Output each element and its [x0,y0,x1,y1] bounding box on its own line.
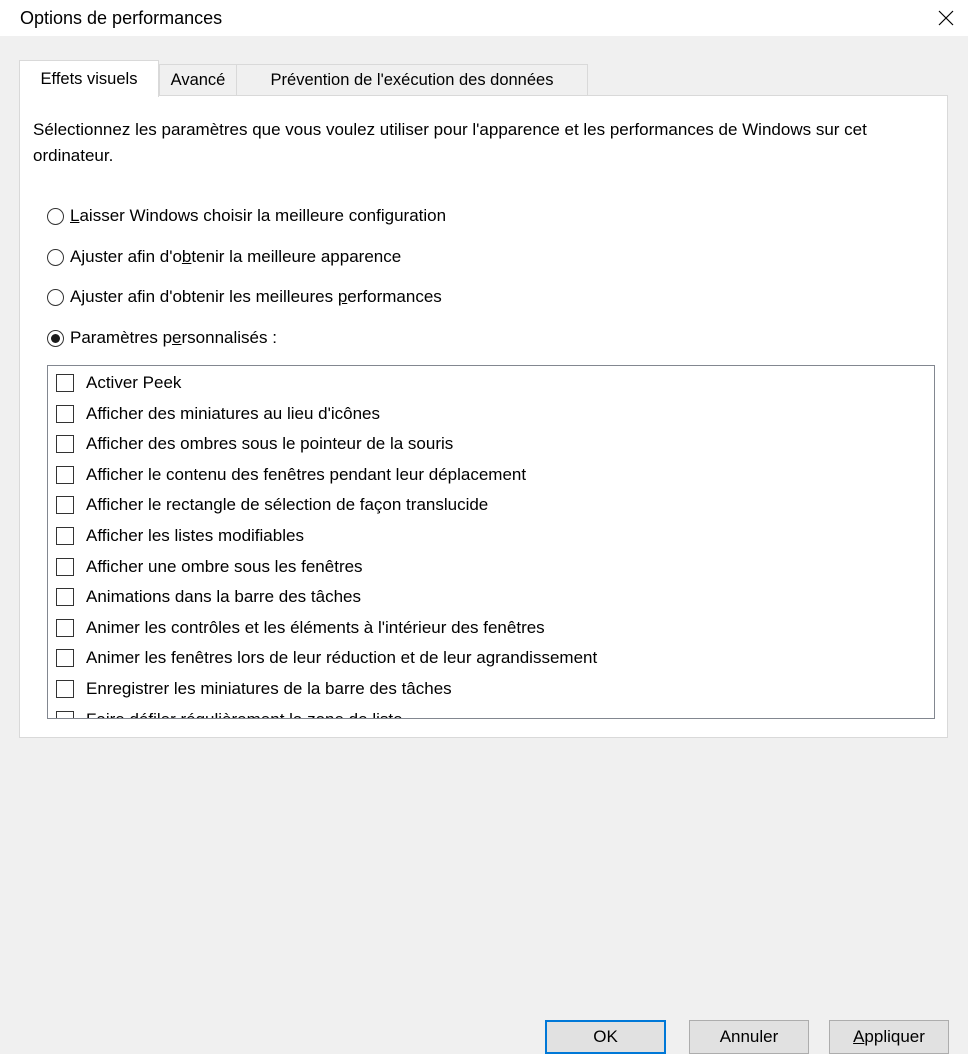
list-item[interactable]: Afficher le rectangle de sélection de fa… [56,490,490,520]
list-item-label: Enregistrer les miniatures de la barre d… [86,679,452,698]
list-item-label: Faire défiler régulièrement la zone de l… [84,709,405,718]
checkbox[interactable] [56,465,74,484]
list-item-label: Afficher une ombre sous les fenêtres [86,556,363,576]
checkbox[interactable] [56,527,74,545]
radio-dot-icon [51,333,60,343]
checkbox[interactable] [56,374,74,392]
radio-label: Ajuster afin d'obtenir les meilleures pe… [70,287,442,306]
list-item[interactable]: Activer Peek [56,368,183,398]
checkbox[interactable] [56,435,74,454]
list-item-label: Afficher des ombres sous le pointeur de … [86,434,454,454]
list-item[interactable]: Enregistrer les miniatures de la barre d… [56,674,454,704]
radio-button[interactable] [47,288,64,306]
ok-label: OK [593,1027,618,1046]
tab-label: Prévention de l'exécution des données [270,70,554,89]
radio-best-appearance[interactable]: Ajuster afin d'obtenir la meilleure appa… [47,247,401,267]
radio-label: Laisser Windows choisir la meilleure con… [70,206,447,225]
tab-label: Effets visuels [40,69,138,88]
radio-best-performance[interactable]: Ajuster afin d'obtenir les meilleures pe… [47,287,442,307]
apply-button[interactable]: Appliquer [829,1020,949,1054]
list-item-label: Animations dans la barre des tâches [86,587,361,607]
radio-label: Paramètres personnalisés : [70,328,277,347]
window-title: Options de performances [20,8,223,28]
list-item-label: Afficher les listes modifiables [86,526,304,545]
ok-button[interactable]: OK [545,1020,666,1054]
radio-windows-choose[interactable]: Laisser Windows choisir la meilleure con… [47,206,446,226]
checkbox[interactable] [56,404,74,423]
list-item-label: Afficher des miniatures au lieu d'icônes [86,403,380,423]
description-text: Sélectionnez les paramètres que vous vou… [33,120,867,165]
tab-prevention-execution-donnees[interactable]: Prévention de l'exécution des données [236,64,588,95]
list-item[interactable]: Afficher des ombres sous le pointeur de … [56,429,455,459]
list-item[interactable]: Afficher les listes modifiables [56,521,306,551]
radio-button[interactable] [47,248,64,266]
title-bar: Options de performances [0,0,968,36]
list-item[interactable]: Animer les contrôles et les éléments à l… [56,613,547,643]
tab-avance[interactable]: Avancé [159,64,237,95]
list-item-label: Activer Peek [86,373,182,392]
checkbox[interactable] [56,649,74,668]
checkbox[interactable] [56,496,74,515]
list-item[interactable]: Afficher une ombre sous les fenêtres [56,552,365,582]
cancel-button[interactable]: Annuler [689,1020,809,1054]
list-item[interactable]: Faire défiler régulièrement la zone de l… [56,705,405,718]
tab-label: Avancé [170,70,226,89]
tab-effets-visuels[interactable]: Effets visuels [19,60,159,97]
checkbox[interactable] [56,710,74,718]
checkbox[interactable] [56,588,74,607]
list-item-label: Afficher le contenu des fenêtres pendant… [86,464,527,484]
checkbox[interactable] [56,618,74,637]
list-item[interactable]: Animations dans la barre des tâches [56,582,363,612]
checkbox[interactable] [56,557,74,576]
list-item[interactable]: Animer les fenêtres lors de leur réducti… [56,643,599,673]
radio-button[interactable] [47,329,64,347]
list-item-label: Animer les contrôles et les éléments à l… [86,617,545,637]
checkbox[interactable] [56,680,74,698]
cancel-label: Annuler [719,1027,779,1046]
radio-custom-settings[interactable]: Paramètres personnalisés : [47,328,277,348]
list-item[interactable]: Afficher le contenu des fenêtres pendant… [56,460,528,490]
apply-label: Appliquer [853,1027,925,1046]
radio-label: Ajuster afin d'obtenir la meilleure appa… [70,247,402,266]
radio-button[interactable] [47,207,64,225]
visual-effects-list[interactable]: Activer Peek Afficher des miniatures au l… [47,365,935,719]
list-item-label: Animer les fenêtres lors de leur réducti… [86,648,598,668]
close-icon [938,10,954,26]
list-item-label: Afficher le rectangle de sélection de fa… [86,495,489,515]
close-button[interactable] [930,2,962,34]
list-item[interactable]: Afficher des miniatures au lieu d'icônes [56,399,382,429]
